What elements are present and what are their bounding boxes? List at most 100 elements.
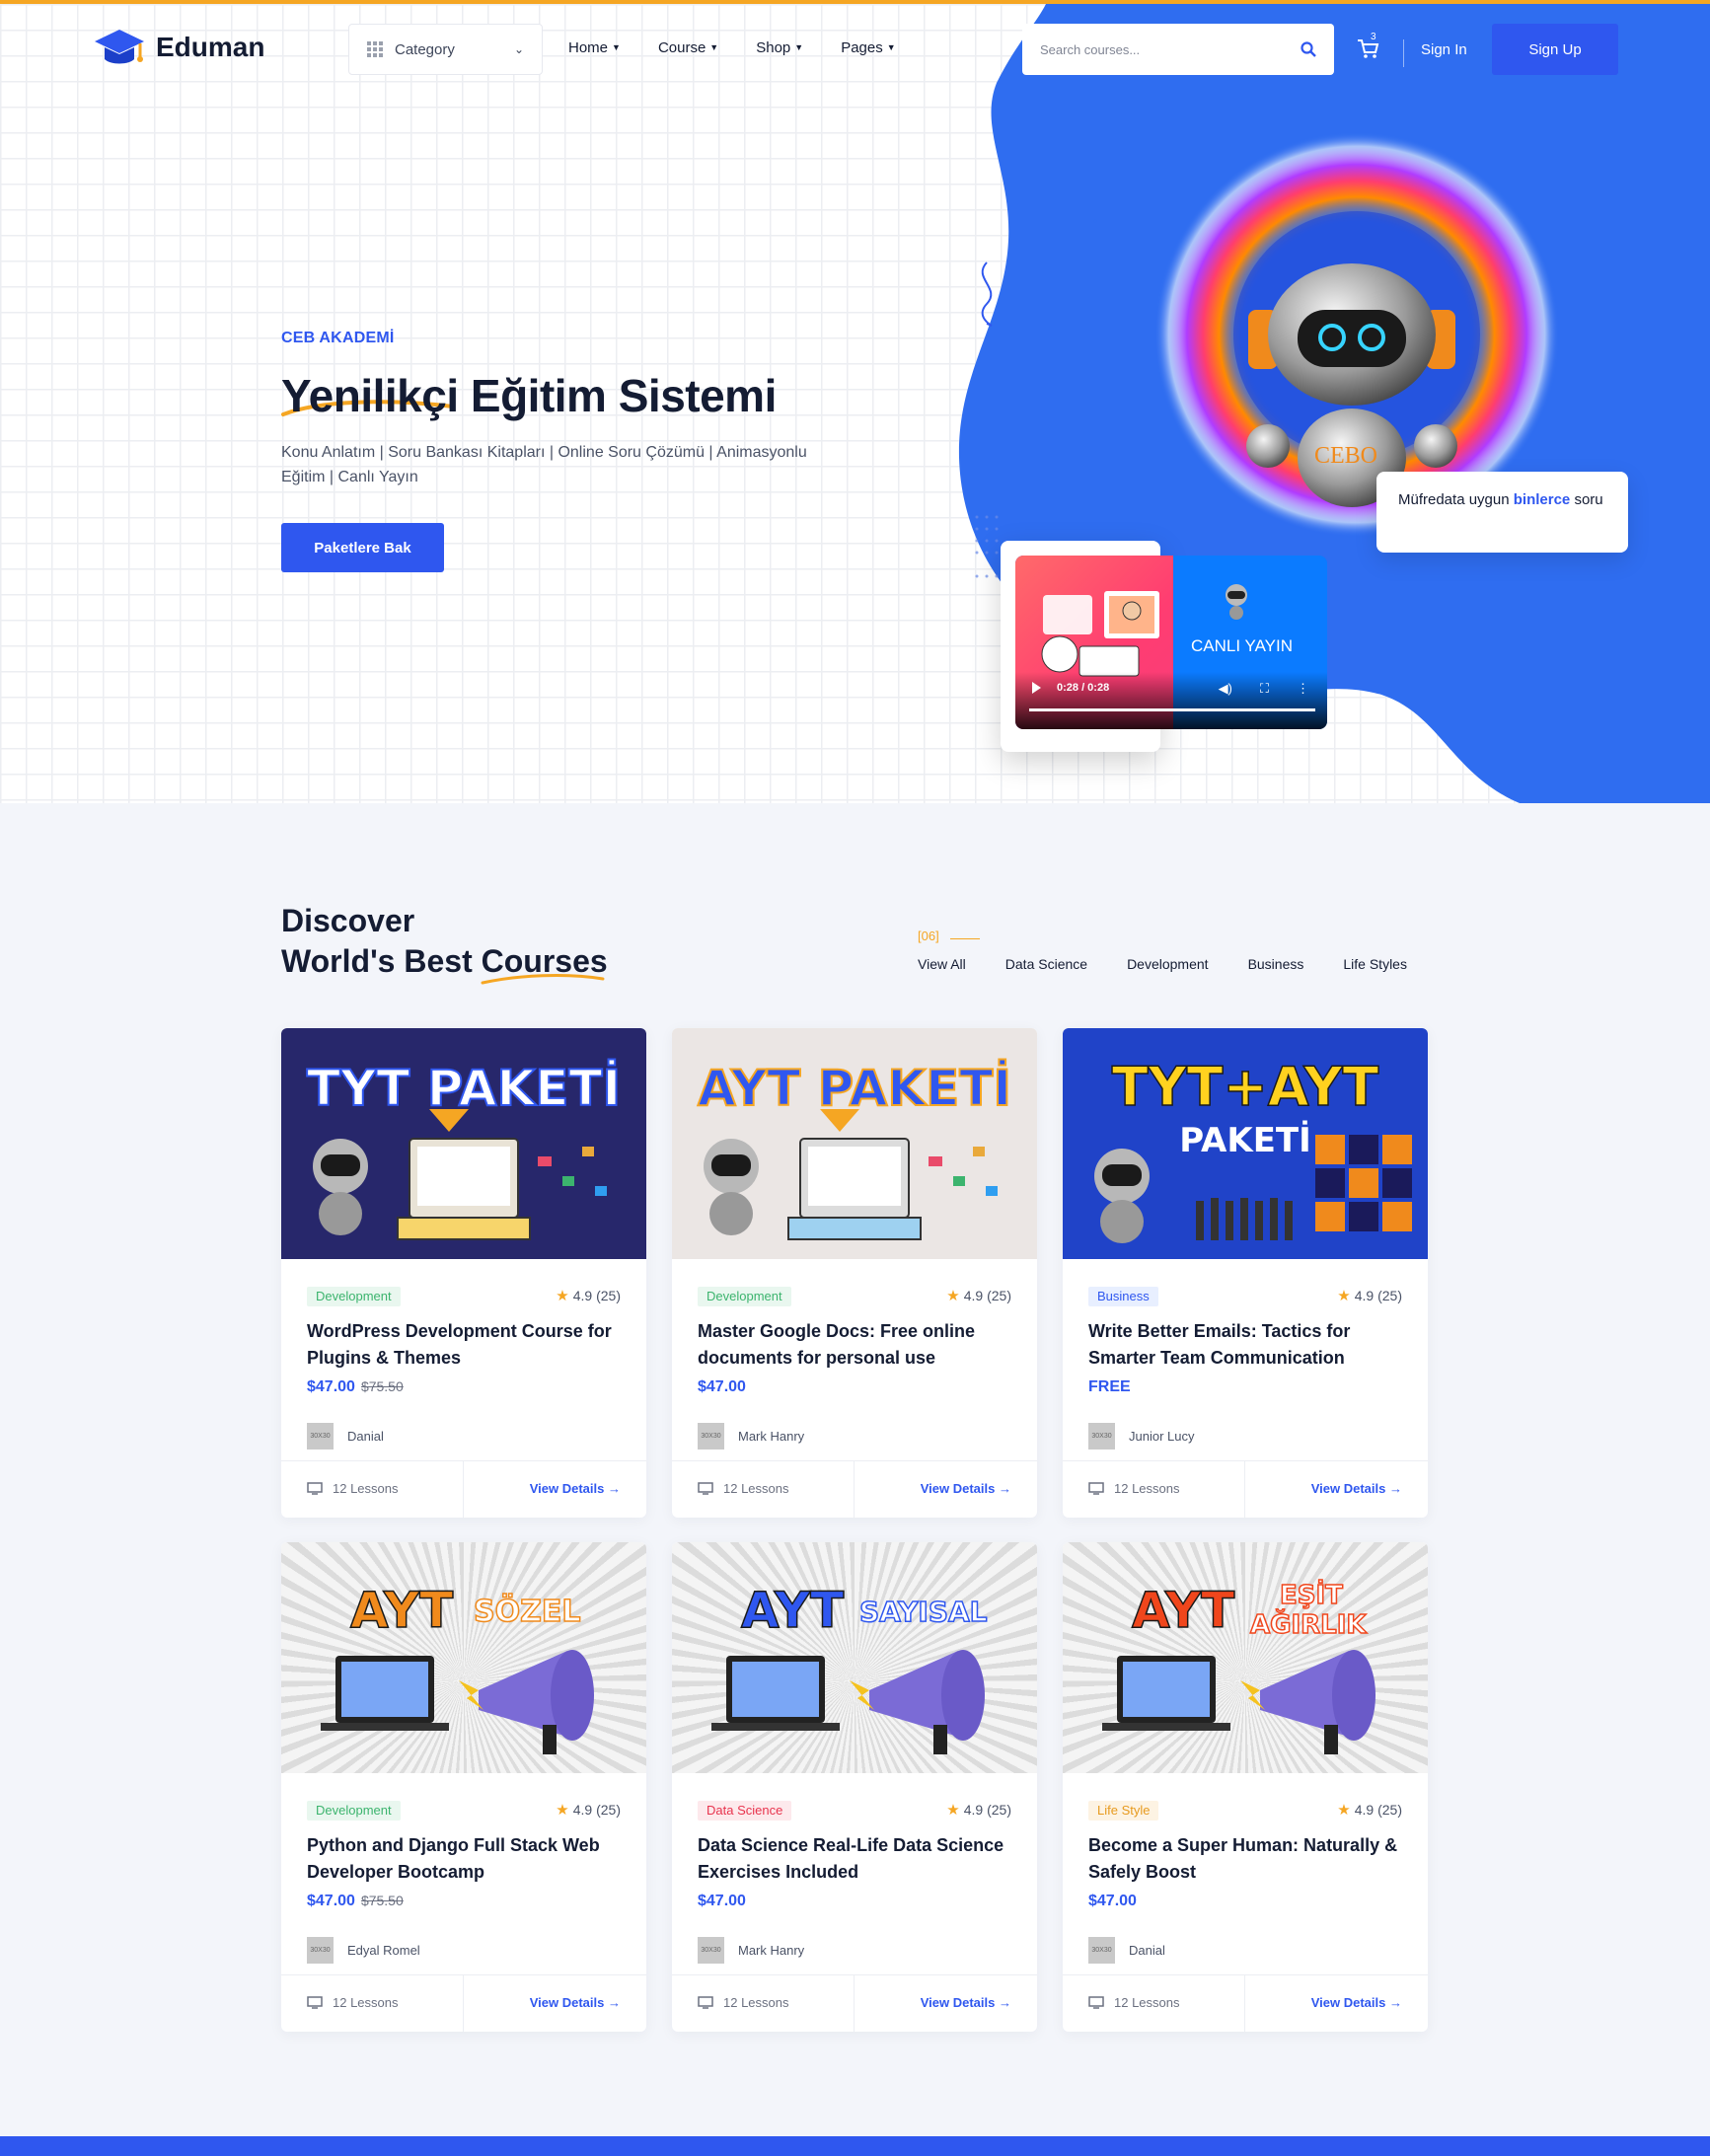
- course-title[interactable]: Write Better Emails: Tactics for Smarter…: [1088, 1318, 1406, 1372]
- course-card[interactable]: AYT EŞİT AĞIRLIK Life Style ★ 4.9 (25) Be…: [1063, 1542, 1428, 2032]
- course-card[interactable]: AYT SAYISAL Data Science ★ 4.9 (25) Data …: [672, 1542, 1037, 2032]
- header-divider: [1403, 39, 1404, 67]
- search-icon[interactable]: [1301, 41, 1316, 57]
- lessons-count: 12 Lessons: [333, 1481, 399, 1496]
- view-details-link[interactable]: View Details →: [530, 1481, 621, 1496]
- arrow-right-icon: →: [999, 1481, 1011, 1496]
- packages-button[interactable]: Paketlere Bak: [281, 523, 444, 572]
- category-dropdown[interactable]: Category ⌄: [348, 24, 543, 75]
- play-icon[interactable]: [1032, 682, 1041, 694]
- avatar: 30X30: [307, 1423, 334, 1450]
- course-image[interactable]: TYT PAKETİ: [281, 1028, 646, 1259]
- author: 30X30 Danial: [1088, 1937, 1165, 1964]
- star-icon: ★: [556, 1288, 569, 1304]
- course-image-title: TYT PAKETİ: [307, 1060, 621, 1117]
- video-progress-bar[interactable]: [1029, 708, 1315, 711]
- nav-course-label: Course: [657, 39, 706, 56]
- hero-section: CEBO Müfredata uygun binlerce soru CANLI…: [0, 4, 1710, 803]
- course-title[interactable]: Master Google Docs: Free online document…: [698, 1318, 1015, 1372]
- search-input[interactable]: [1040, 41, 1301, 57]
- course-image[interactable]: AYT SAYISAL: [672, 1542, 1037, 1773]
- author-name[interactable]: Danial: [1129, 1943, 1165, 1958]
- sign-up-button[interactable]: Sign Up: [1492, 24, 1618, 75]
- course-filters: View All Data Science Development Busine…: [918, 956, 1407, 972]
- author: 30X30 Mark Hanry: [698, 1423, 804, 1450]
- sign-in-link[interactable]: Sign In: [1421, 41, 1467, 58]
- author-name[interactable]: Mark Hanry: [738, 1943, 804, 1958]
- current-price: $47.00: [1088, 1893, 1137, 1909]
- search-box: [1022, 24, 1334, 75]
- category-badge[interactable]: Development: [307, 1287, 401, 1306]
- arrow-right-icon: →: [1389, 1481, 1402, 1496]
- category-badge[interactable]: Development: [307, 1801, 401, 1821]
- author-name[interactable]: Danial: [347, 1429, 384, 1444]
- nav-home[interactable]: Home ▼: [568, 39, 621, 56]
- live-video-player[interactable]: CANLI YAYIN 0:28 / 0:28 ◀) ⛶ ⋮: [1015, 556, 1327, 729]
- filter-view-all[interactable]: View All: [918, 956, 966, 972]
- course-title[interactable]: Python and Django Full Stack Web Develop…: [307, 1832, 625, 1886]
- course-image[interactable]: AYT SÖZEL: [281, 1542, 646, 1773]
- card-footer: 12 Lessons View Details →: [281, 1974, 646, 2032]
- avatar: 30X30: [698, 1937, 724, 1964]
- filter-development[interactable]: Development: [1127, 956, 1209, 972]
- footer-divider: [854, 1461, 855, 1518]
- course-card[interactable]: AYT PAKETİ Development ★ 4.9 (25) Master …: [672, 1028, 1037, 1518]
- filter-data-science[interactable]: Data Science: [1005, 956, 1087, 972]
- fullscreen-icon[interactable]: ⛶: [1260, 681, 1269, 697]
- lessons-count: 12 Lessons: [1114, 1995, 1180, 2010]
- old-price: $75.50: [360, 1893, 404, 1908]
- category-badge[interactable]: Data Science: [698, 1801, 792, 1821]
- card-footer: 12 Lessons View Details →: [1063, 1460, 1428, 1518]
- view-details-link[interactable]: View Details →: [921, 1481, 1011, 1496]
- video-time: 0:28 / 0:28: [1057, 682, 1110, 694]
- course-image[interactable]: AYT PAKETİ: [672, 1028, 1037, 1259]
- logo-text: Eduman: [156, 32, 265, 62]
- arrow-right-icon: →: [1389, 1995, 1402, 2010]
- footer-top-bar: [0, 2136, 1710, 2156]
- nav-shop[interactable]: Shop ▼: [756, 39, 803, 56]
- course-title[interactable]: WordPress Development Course for Plugins…: [307, 1318, 625, 1372]
- course-title[interactable]: Data Science Real-Life Data Science Exer…: [698, 1832, 1015, 1886]
- price: $47.00: [1088, 1893, 1137, 1910]
- course-card[interactable]: AYT SÖZEL Development ★ 4.9 (25) Python a…: [281, 1542, 646, 2032]
- hero-title: Yenilikçi Eğitim Sistemi: [281, 370, 777, 421]
- author-name[interactable]: Junior Lucy: [1129, 1429, 1194, 1444]
- course-card[interactable]: TYT+AYT PAKETİ Business ★ 4.9 (25) Write …: [1063, 1028, 1428, 1518]
- course-image[interactable]: AYT EŞİT AĞIRLIK: [1063, 1542, 1428, 1773]
- category-badge[interactable]: Development: [698, 1287, 791, 1306]
- star-icon: ★: [556, 1802, 569, 1819]
- cart-button[interactable]: 3: [1357, 32, 1380, 64]
- filter-business[interactable]: Business: [1248, 956, 1304, 972]
- rating: ★ 4.9 (25): [1337, 1287, 1402, 1304]
- nav-course[interactable]: Course ▼: [658, 39, 718, 56]
- course-image-subtitle: SAYISAL: [859, 1596, 988, 1628]
- old-price: $75.50: [360, 1378, 404, 1394]
- category-badge[interactable]: Business: [1088, 1287, 1158, 1306]
- filter-life-styles[interactable]: Life Styles: [1343, 956, 1407, 972]
- current-price: $47.00: [698, 1378, 746, 1395]
- nav-pages[interactable]: Pages ▼: [841, 39, 895, 56]
- rating: ★ 4.9 (25): [556, 1287, 621, 1304]
- star-icon: ★: [946, 1802, 960, 1819]
- view-details-link[interactable]: View Details →: [1311, 1995, 1402, 2010]
- author-name[interactable]: Edyal Romel: [347, 1943, 420, 1958]
- author-name[interactable]: Mark Hanry: [738, 1429, 804, 1444]
- view-details-link[interactable]: View Details →: [530, 1995, 621, 2010]
- lessons-count: 12 Lessons: [723, 1481, 789, 1496]
- view-details-label: View Details: [920, 1481, 996, 1496]
- course-image[interactable]: TYT+AYT PAKETİ: [1063, 1028, 1428, 1259]
- more-options-icon[interactable]: ⋮: [1297, 681, 1309, 697]
- arrow-right-icon: →: [608, 1481, 621, 1496]
- course-card[interactable]: TYT PAKETİ Development ★ 4.9 (25) WordPre…: [281, 1028, 646, 1518]
- card-footer: 12 Lessons View Details →: [281, 1460, 646, 1518]
- volume-icon[interactable]: ◀): [1219, 681, 1232, 697]
- course-title[interactable]: Become a Super Human: Naturally & Safely…: [1088, 1832, 1406, 1886]
- view-details-link[interactable]: View Details →: [1311, 1481, 1402, 1496]
- logo[interactable]: Eduman: [91, 26, 264, 69]
- arrow-right-icon: →: [608, 1995, 621, 2010]
- card-footer: 12 Lessons View Details →: [1063, 1974, 1428, 2032]
- view-details-link[interactable]: View Details →: [921, 1995, 1011, 2010]
- footer-divider: [854, 1975, 855, 2032]
- arrow-right-icon: →: [999, 1995, 1011, 2010]
- category-badge[interactable]: Life Style: [1088, 1801, 1159, 1821]
